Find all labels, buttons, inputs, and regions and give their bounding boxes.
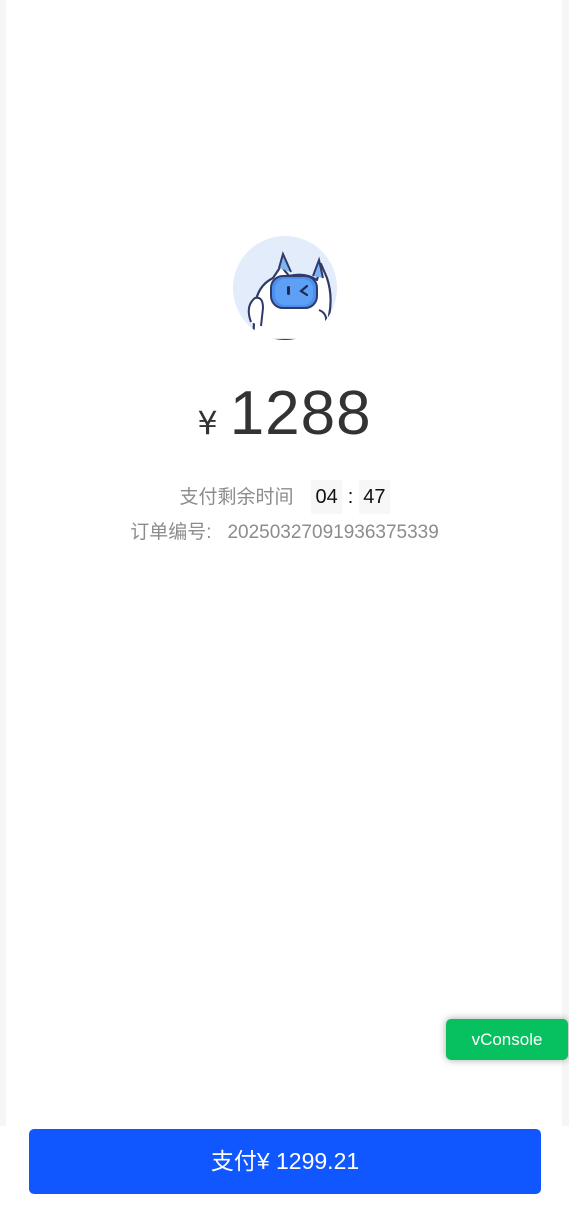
currency-symbol: ¥ bbox=[197, 404, 218, 442]
payment-countdown: 支付剩余时间 04:47 bbox=[0, 479, 569, 516]
countdown-minutes: 04 bbox=[311, 480, 342, 514]
vconsole-button[interactable]: vConsole bbox=[446, 1019, 568, 1060]
pay-button[interactable]: 支付¥ 1299.21 bbox=[29, 1129, 541, 1194]
order-number-value: 20250327091936375339 bbox=[227, 522, 439, 543]
content-panel bbox=[6, 0, 562, 1126]
payment-page: ¥1288 支付剩余时间 04:47 订单编号: 20250327091936375… bbox=[0, 0, 569, 1232]
payment-amount: ¥1288 bbox=[0, 375, 569, 453]
countdown-separator: : bbox=[347, 486, 354, 508]
robot-mascot-icon bbox=[233, 236, 337, 340]
order-number-label: 订单编号: bbox=[130, 522, 212, 543]
countdown-seconds: 47 bbox=[359, 480, 390, 514]
amount-value: 1288 bbox=[229, 379, 372, 448]
countdown-label: 支付剩余时间 bbox=[179, 487, 294, 508]
order-info: 订单编号: 20250327091936375339 bbox=[0, 516, 569, 550]
